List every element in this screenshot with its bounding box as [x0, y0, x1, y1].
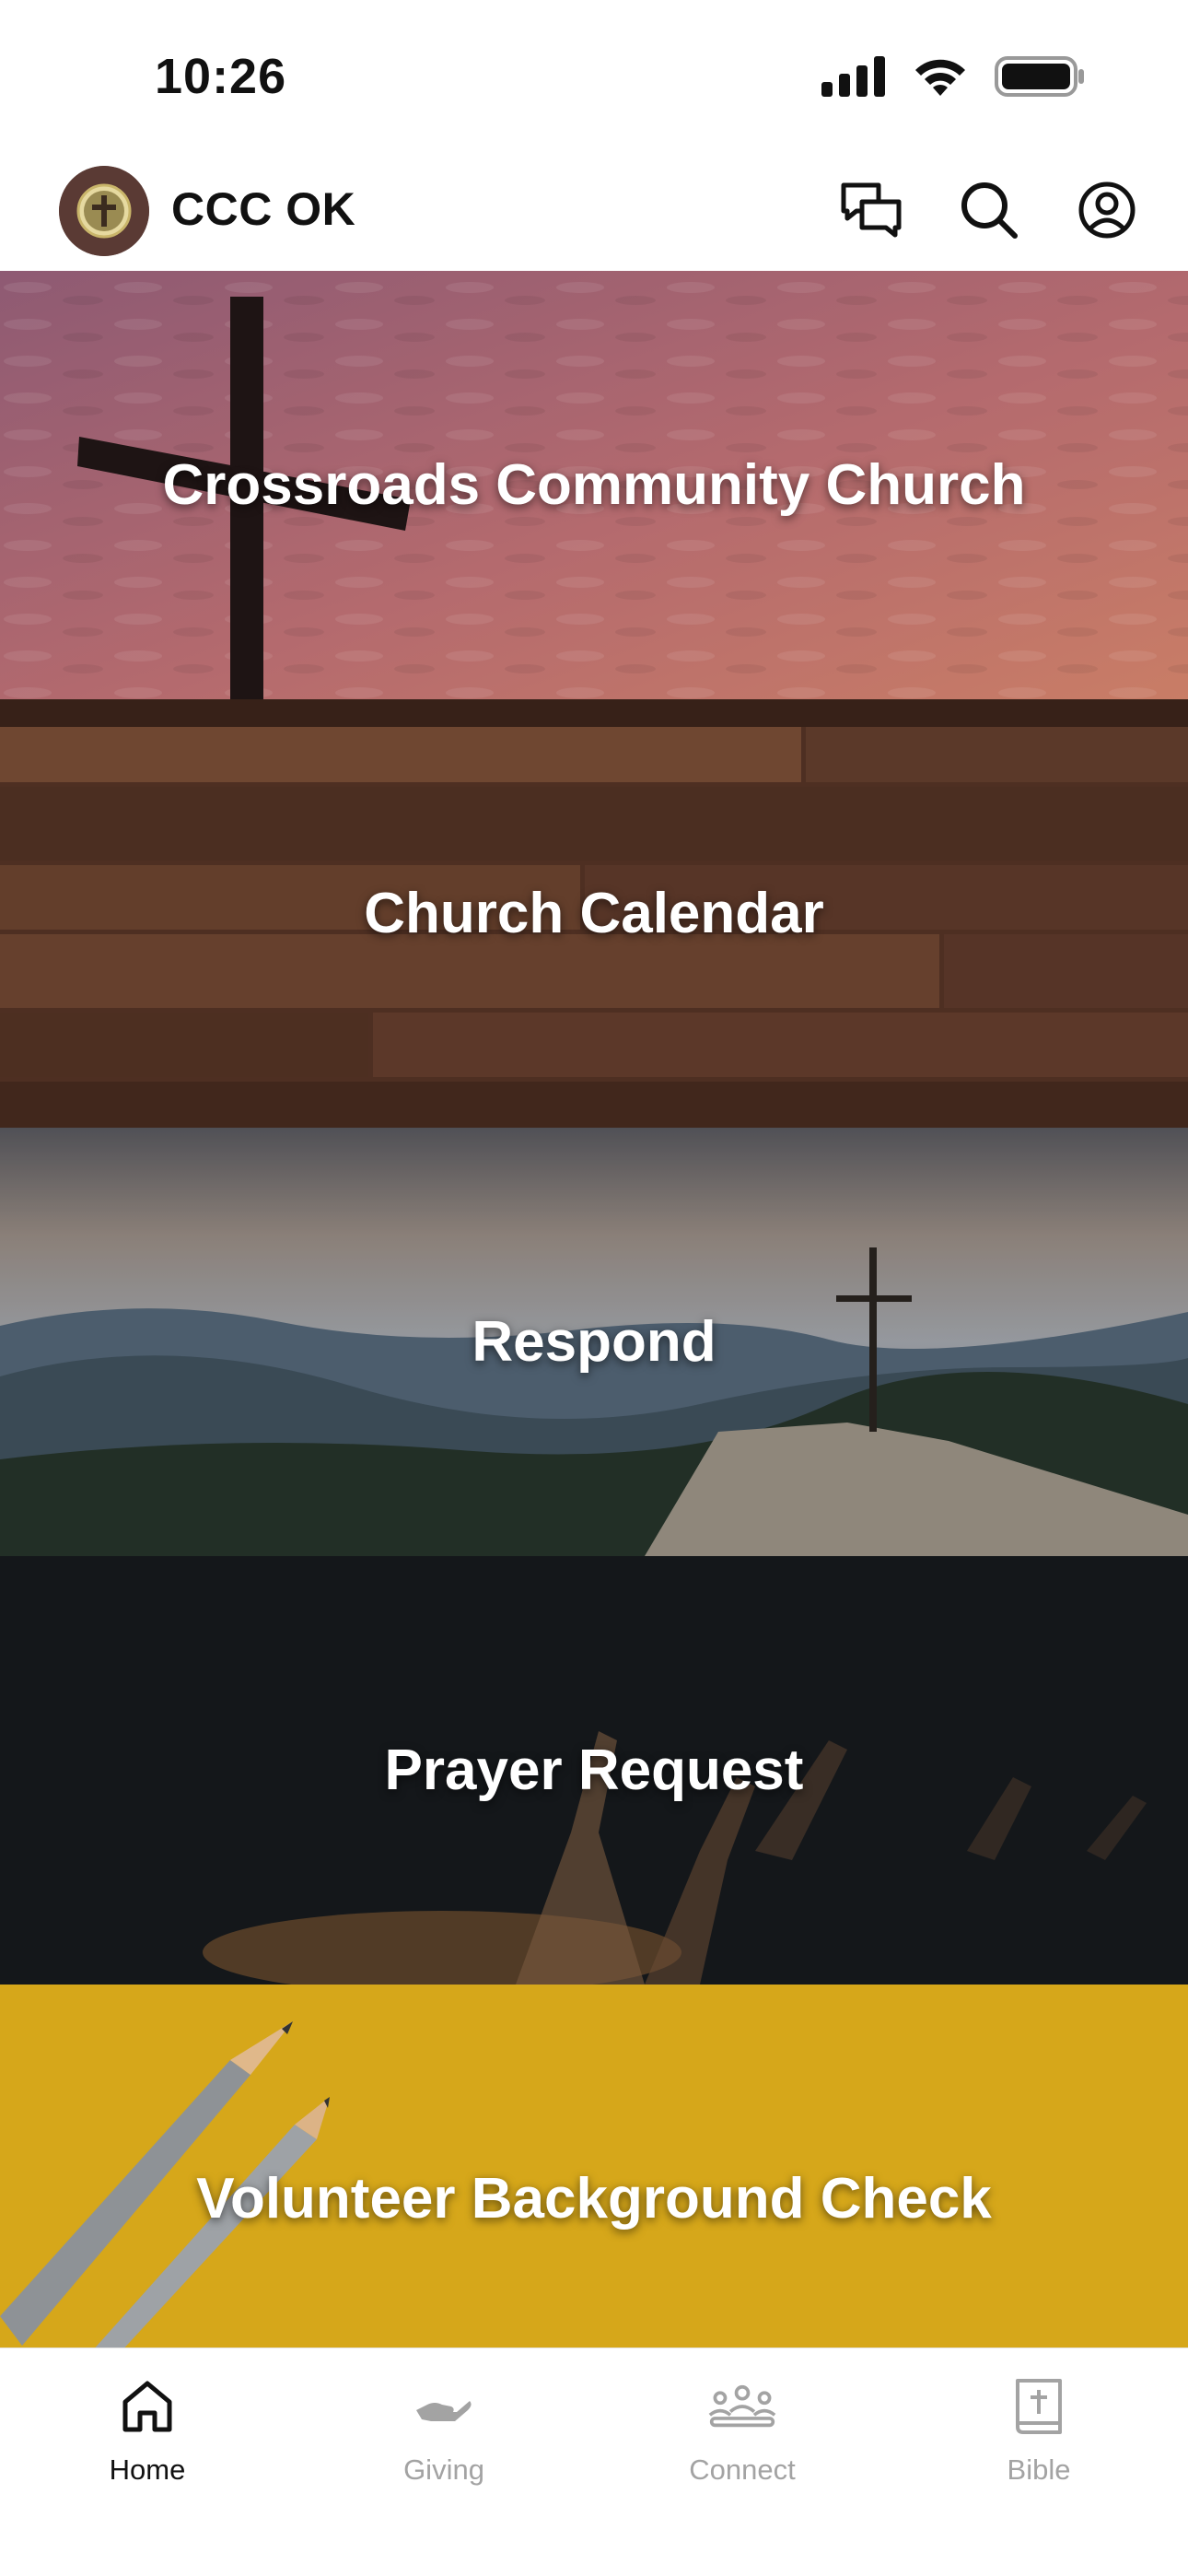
battery-icon: [995, 56, 1084, 97]
chat-icon: [841, 182, 902, 238]
church-logo-icon: [59, 166, 149, 256]
app-title: CCC OK: [171, 183, 356, 235]
tile-crossroads-community-church[interactable]: Crossroads Community Church: [0, 271, 1188, 699]
nav-home[interactable]: Home: [37, 2372, 258, 2487]
nav-label: Connect: [689, 2453, 796, 2486]
tile-label: Volunteer Background Check: [196, 2167, 992, 2231]
tile-respond[interactable]: Respond: [0, 1128, 1188, 1556]
nav-label: Home: [109, 2453, 186, 2486]
church-logo-avatar[interactable]: [59, 166, 149, 256]
feature-tiles: Crossroads Community Church Church Calen…: [0, 271, 1188, 2413]
home-screen: 10:26 CCC OK Crossroads Community Church…: [0, 0, 1188, 2576]
tile-label: Respond: [472, 1310, 716, 1374]
profile-icon: [1078, 181, 1136, 239]
status-bar: 10:26: [0, 0, 1188, 157]
bible-icon: [1016, 2379, 1062, 2434]
chat-button[interactable]: [838, 177, 904, 243]
people-group-icon: [708, 2384, 776, 2428]
nav-bible[interactable]: Bible: [928, 2372, 1149, 2487]
giving-hand-icon: [416, 2401, 472, 2421]
signal-icon: [821, 56, 885, 97]
status-time: 10:26: [155, 49, 287, 104]
tile-label: Prayer Request: [384, 1739, 804, 1802]
nav-label: Giving: [403, 2453, 484, 2486]
nav-label: Bible: [1007, 2453, 1071, 2486]
profile-button[interactable]: [1074, 177, 1140, 243]
tile-label: Church Calendar: [364, 882, 824, 945]
tile-church-calendar[interactable]: Church Calendar: [0, 699, 1188, 1128]
nav-connect[interactable]: Connect: [632, 2372, 853, 2487]
search-icon: [961, 182, 1018, 239]
tile-prayer-request[interactable]: Prayer Request: [0, 1556, 1188, 1985]
tile-label: Crossroads Community Church: [162, 453, 1026, 517]
bottom-navigation: Home Giving Connect Bible: [0, 2348, 1188, 2576]
header-actions: [838, 177, 1140, 243]
wifi-icon: [915, 59, 965, 96]
status-icons: [821, 55, 1085, 98]
app-header: CCC OK: [0, 157, 1188, 271]
home-icon: [122, 2381, 172, 2432]
nav-giving[interactable]: Giving: [333, 2372, 554, 2487]
search-button[interactable]: [956, 177, 1022, 243]
